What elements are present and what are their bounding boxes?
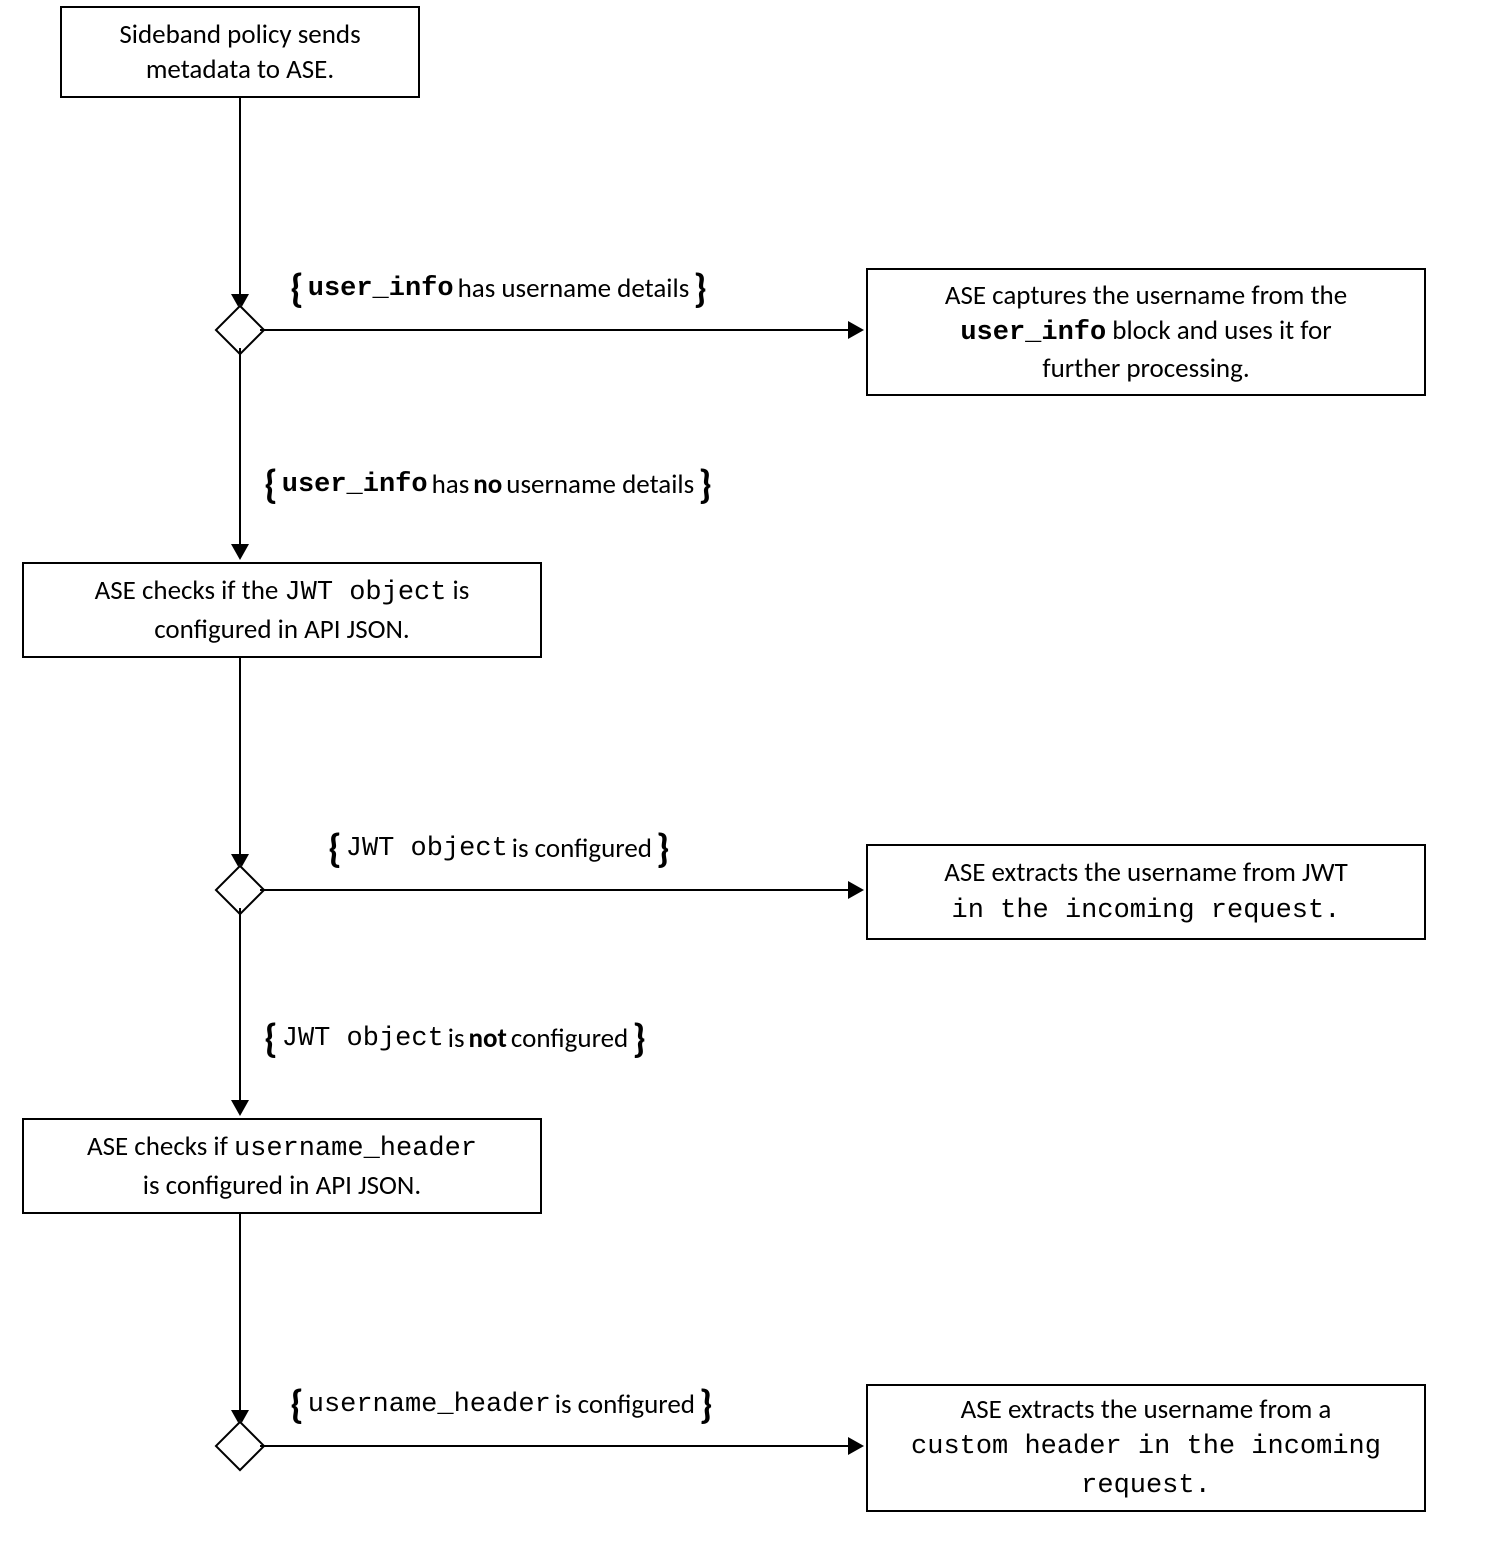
edge (260, 329, 850, 331)
node-extract-jwt: ASE extracts the username from JWT in th… (866, 844, 1426, 940)
text: in the incoming request. (952, 896, 1341, 926)
text: block and uses it for (1106, 314, 1331, 347)
node-extract-header: ASE extracts the username from a custom … (866, 1384, 1426, 1512)
text: username_header (234, 1134, 477, 1164)
text: has (432, 468, 470, 501)
text: not (469, 1022, 507, 1055)
text: metadata to ASE. (146, 53, 334, 86)
text: JWT object (346, 834, 508, 864)
node-check-username-header: ASE checks if username_header is configu… (22, 1118, 542, 1214)
edge (260, 1445, 850, 1447)
text: is configured in API JSON. (143, 1169, 421, 1202)
text: user_info (960, 318, 1106, 348)
decision-username-header (215, 1421, 266, 1472)
edge (260, 889, 850, 891)
text: ASE extracts the username from a (961, 1393, 1332, 1426)
condition-user-info-yes: { user_info has username details } (290, 272, 707, 305)
condition-user-info-no: { user_info has no username details } (264, 468, 712, 501)
edge (239, 98, 241, 298)
condition-username-header-yes: { username_header is configured } (290, 1388, 713, 1421)
text: request. (1081, 1471, 1211, 1501)
node-check-jwt: ASE checks if the JWT object is configur… (22, 562, 542, 658)
text: Sideband policy sends (119, 18, 360, 51)
node-start: Sideband policy sends metadata to ASE. (60, 6, 420, 98)
arrow-head-icon (231, 1100, 249, 1116)
text: ASE captures the username from the (945, 279, 1347, 312)
edge (239, 908, 241, 1104)
text: ASE checks if the (95, 574, 285, 607)
text: is configured (512, 832, 652, 865)
text: has username details (458, 272, 690, 305)
text: is configured (555, 1388, 695, 1421)
text: user_info (308, 274, 454, 304)
text: username details (506, 468, 694, 501)
edge (239, 1214, 241, 1414)
text: configured (511, 1022, 628, 1055)
edge (239, 658, 241, 858)
text: configured in API JSON. (154, 613, 410, 646)
edge (239, 348, 241, 548)
text: ASE extracts the username from JWT (944, 856, 1348, 889)
arrow-head-icon (231, 544, 249, 560)
arrow-head-icon (848, 321, 864, 339)
text: custom header in the incoming (911, 1432, 1381, 1462)
text: is (448, 1022, 465, 1055)
text: username_header (308, 1390, 551, 1420)
condition-jwt-yes: { JWT object is configured } (328, 832, 670, 865)
text: JWT object (284, 578, 446, 608)
text: ASE checks if (87, 1130, 234, 1163)
text: JWT object (282, 1024, 444, 1054)
text: user_info (282, 470, 428, 500)
arrow-head-icon (848, 1437, 864, 1455)
node-capture-username: ASE captures the username from the user_… (866, 268, 1426, 396)
arrow-head-icon (848, 881, 864, 899)
text: is (446, 574, 469, 607)
condition-jwt-no: { JWT object is not configured } (264, 1022, 646, 1055)
text: no (473, 468, 502, 501)
text: further processing. (1042, 352, 1249, 385)
